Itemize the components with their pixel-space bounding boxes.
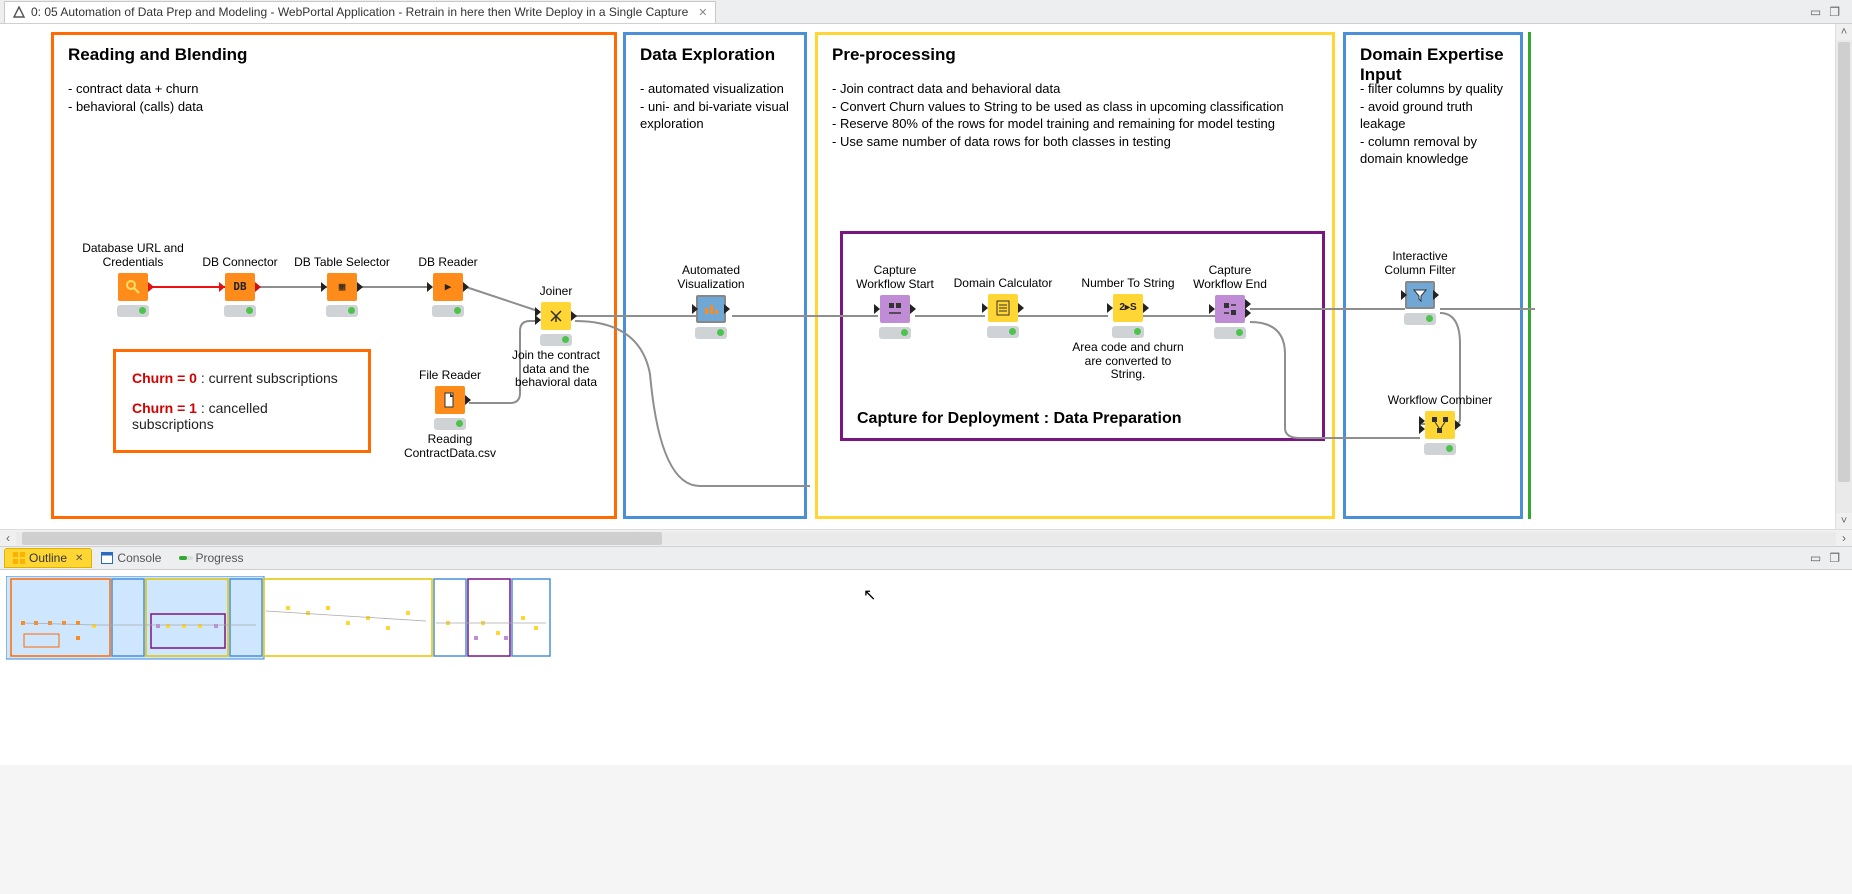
churn-one-row: Churn = 1 : cancelled subscriptions xyxy=(132,400,352,432)
editor-tab-controls: ▭ ❐ xyxy=(1810,5,1848,19)
region-reading-bullets: - contract data + churn - behavioral (ca… xyxy=(68,80,602,115)
node-file-sub: Reading ContractData.csv xyxy=(395,433,505,461)
capture-start-icon xyxy=(880,295,910,323)
churn-one-label: Churn = 1 xyxy=(132,400,197,416)
node-db-connector[interactable]: DB Connector DB xyxy=(185,256,295,317)
scroll-right-icon[interactable]: › xyxy=(1836,531,1852,545)
churn-zero-label: Churn = 0 xyxy=(132,370,197,386)
file-icon xyxy=(435,386,465,414)
node-joiner-sub: Join the contract data and the behaviora… xyxy=(501,349,611,390)
region-capture-title: Capture for Deployment : Data Preparatio… xyxy=(857,410,1182,428)
outline-icon xyxy=(13,552,25,564)
node-status-lights xyxy=(432,305,464,317)
node-status-lights xyxy=(540,334,572,346)
calculator-icon xyxy=(988,294,1018,322)
scrollbar-thumb-h[interactable] xyxy=(22,532,662,545)
region-preproc-bullets: - Join contract data and behavioral data… xyxy=(832,80,1320,150)
scroll-left-icon[interactable]: ‹ xyxy=(0,531,16,545)
workflow-canvas[interactable]: Reading and Blending - contract data + c… xyxy=(0,24,1540,529)
node-domain-calc[interactable]: Domain Calculator xyxy=(943,277,1063,338)
node-status-lights xyxy=(1404,313,1436,325)
region-exploration-title: Data Exploration xyxy=(640,45,775,65)
node-status-lights xyxy=(1424,443,1456,455)
node-status-lights xyxy=(695,327,727,339)
scrollbar-thumb-v[interactable] xyxy=(1838,42,1850,482)
close-tab-icon[interactable]: ✕ xyxy=(698,6,707,19)
node-auto-viz[interactable]: Automated Visualization xyxy=(656,264,766,339)
bottom-views-controls: ▭ ❐ xyxy=(1810,551,1848,565)
console-icon xyxy=(101,552,113,564)
maximize-view-icon[interactable]: ❐ xyxy=(1829,5,1840,19)
workflow-tab[interactable]: 0: 05 Automation of Data Prep and Modeli… xyxy=(4,1,716,23)
editor-tabbar: 0: 05 Automation of Data Prep and Modeli… xyxy=(0,0,1852,24)
node-status-lights xyxy=(434,418,466,430)
scroll-up-icon[interactable]: ˄ xyxy=(1836,24,1852,40)
region-next-peek xyxy=(1528,32,1536,519)
node-status-lights xyxy=(879,327,911,339)
churn-zero-text: : current subscriptions xyxy=(197,370,338,386)
progress-icon xyxy=(179,552,191,564)
outline-panel xyxy=(0,570,1852,765)
combiner-icon xyxy=(1425,411,1455,439)
node-status-lights xyxy=(1112,326,1144,338)
node-wf-combiner[interactable]: Workflow Combiner xyxy=(1380,394,1500,455)
scroll-down-icon[interactable]: ˅ xyxy=(1836,513,1852,529)
node-status-lights xyxy=(224,305,256,317)
region-preproc-title: Pre-processing xyxy=(832,45,956,65)
node-capture-end[interactable]: Capture Workflow End xyxy=(1175,264,1285,339)
minimize-bottom-icon[interactable]: ▭ xyxy=(1810,551,1821,565)
node-status-lights xyxy=(326,305,358,317)
db-reader-icon: ▶ xyxy=(433,273,463,301)
workflow-tab-title: 0: 05 Automation of Data Prep and Modeli… xyxy=(31,5,688,19)
tab-console[interactable]: Console xyxy=(92,548,170,568)
bottom-views-tabbar: Outline ✕ Console Progress ▭ ❐ xyxy=(0,546,1852,570)
chart-icon xyxy=(696,295,726,323)
tab-console-label: Console xyxy=(117,551,161,565)
canvas-scrollbar-vertical[interactable]: ˄ ˅ xyxy=(1835,24,1852,529)
region-domain-title: Domain Expertise Input xyxy=(1360,45,1520,85)
node-status-lights xyxy=(987,326,1019,338)
node-db-table-selector[interactable]: DB Table Selector ▦ xyxy=(287,256,397,317)
minimize-view-icon[interactable]: ▭ xyxy=(1810,5,1821,19)
close-outline-icon[interactable]: ✕ xyxy=(75,553,83,564)
region-exploration-bullets: - automated visualization - uni- and bi-… xyxy=(640,80,792,133)
db-connector-icon: DB xyxy=(225,273,255,301)
tab-progress-label: Progress xyxy=(195,551,243,565)
knime-triangle-icon xyxy=(13,6,25,18)
node-joiner[interactable]: Joiner Join the contract data and the be… xyxy=(501,285,611,390)
churn-zero-row: Churn = 0 : current subscriptions xyxy=(132,370,352,386)
region-domain-bullets: - filter columns by quality - avoid grou… xyxy=(1360,80,1508,168)
credentials-icon xyxy=(118,273,148,301)
capture-end-icon xyxy=(1215,295,1245,323)
outline-minimap[interactable] xyxy=(6,576,552,660)
node-status-lights xyxy=(1214,327,1246,339)
db-table-icon: ▦ xyxy=(327,273,357,301)
churn-legend: Churn = 0 : current subscriptions Churn … xyxy=(113,349,371,453)
tab-progress[interactable]: Progress xyxy=(170,548,252,568)
maximize-bottom-icon[interactable]: ❐ xyxy=(1829,551,1840,565)
node-status-lights xyxy=(117,305,149,317)
workflow-canvas-viewport: Reading and Blending - contract data + c… xyxy=(0,24,1852,546)
node-file-reader[interactable]: File Reader Reading ContractData.csv xyxy=(395,369,505,460)
tab-outline[interactable]: Outline ✕ xyxy=(4,548,92,568)
node-db-reader[interactable]: DB Reader ▶ xyxy=(393,256,503,317)
node-capture-start[interactable]: Capture Workflow Start xyxy=(840,264,950,339)
filter-icon xyxy=(1405,281,1435,309)
tab-outline-label: Outline xyxy=(29,551,67,565)
node-col-filter[interactable]: Interactive Column Filter xyxy=(1365,250,1475,325)
convert-icon: 2▸S xyxy=(1113,294,1143,322)
region-reading-title: Reading and Blending xyxy=(68,45,247,65)
canvas-scrollbar-horizontal[interactable]: ‹ › xyxy=(0,529,1852,546)
node-db-url[interactable]: Database URL and Credentials xyxy=(78,242,188,317)
node-num-to-string[interactable]: Number To String 2▸S Area code and churn… xyxy=(1068,277,1188,382)
node-num2str-sub: Area code and churn are converted to Str… xyxy=(1068,341,1188,382)
joiner-icon xyxy=(541,302,571,330)
